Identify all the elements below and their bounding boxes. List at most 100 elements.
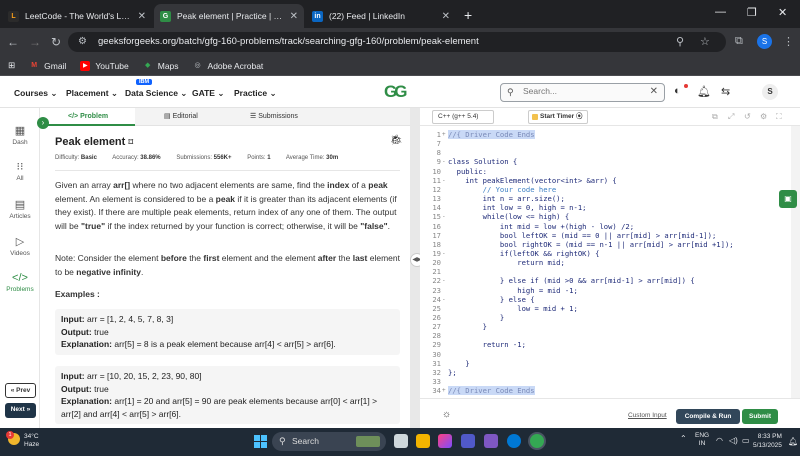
tray-chevron-icon[interactable]: ⌃ <box>680 434 687 443</box>
code-line[interactable]: 18 bool rightOK = (mid == n-1 || arr[mid… <box>420 240 790 249</box>
code-line[interactable]: 21 <box>420 267 790 276</box>
code-line[interactable]: 11- int peakElement(vector<int> &arr) { <box>420 176 790 185</box>
reload-icon[interactable]: ↻ <box>51 35 61 49</box>
volume-icon[interactable]: ◁) <box>729 436 738 445</box>
gfg-logo[interactable]: GG <box>384 82 416 101</box>
code-line[interactable]: 1 +//{ Driver Code Ends <box>420 130 790 140</box>
sidebar-item-videos[interactable]: ▷ Videos <box>0 235 40 257</box>
editor-scrollbar[interactable] <box>791 126 800 398</box>
file-explorer-icon[interactable] <box>416 434 430 448</box>
start-timer-button[interactable]: Start Timer ⦿ <box>528 110 588 124</box>
code-line[interactable]: 27 } <box>420 322 790 331</box>
prev-button[interactable]: « Prev <box>5 383 36 398</box>
search-input[interactable] <box>523 86 643 96</box>
code-line[interactable]: 14 int low = 0, high = n-1; <box>420 203 790 212</box>
menu-icon[interactable]: ⋮ <box>783 35 794 48</box>
code-line[interactable]: 13 int n = arr.size(); <box>420 194 790 203</box>
windows-start-icon[interactable] <box>254 435 267 448</box>
apps-icon[interactable]: ⊞ <box>8 60 15 71</box>
sidebar-item-dash[interactable]: ▦ Dash <box>0 124 40 146</box>
fold-icon[interactable]: - <box>442 176 446 185</box>
nav-practice[interactable]: Practice ⌄ <box>234 88 277 99</box>
chrome-icon[interactable] <box>530 434 544 448</box>
wifi-icon[interactable]: ◠ <box>716 436 723 445</box>
extensions-icon[interactable]: ⧉ <box>735 35 743 48</box>
collapse-sidebar-button[interactable]: › <box>37 117 49 129</box>
battery-icon[interactable]: ▭ <box>742 436 750 445</box>
teams-icon[interactable] <box>461 434 475 448</box>
profile-avatar[interactable]: S <box>757 34 772 49</box>
code-line[interactable]: 30 <box>420 350 790 359</box>
forward-icon[interactable]: → <box>29 35 41 49</box>
fold-icon[interactable]: - <box>442 249 446 258</box>
code-line[interactable]: 20 return mid; <box>420 258 790 267</box>
new-tab-button[interactable]: + <box>464 7 472 23</box>
url-field[interactable]: ⚙ geeksforgeeks.org/batch/gfg-160-proble… <box>68 32 726 52</box>
tab-leetcode[interactable]: L LeetCode - The World's Leadin ✕ <box>2 4 152 28</box>
panel-splitter[interactable]: ◀▶ <box>410 108 424 428</box>
code-line[interactable]: 16 int mid = low +(high - low) /2; <box>420 222 790 231</box>
code-line[interactable]: 17 bool leftOK = (mid == 0 || arr[mid] >… <box>420 231 790 240</box>
submit-button[interactable]: Submit <box>742 409 778 424</box>
fold-icon[interactable]: + <box>442 130 446 139</box>
user-avatar[interactable]: S <box>762 84 778 100</box>
bell-icon[interactable]: 🔔︎ <box>697 85 711 98</box>
copilot-icon[interactable] <box>438 434 452 448</box>
bookmark-youtube[interactable]: ▶ YouTube <box>80 60 129 71</box>
language-indicator[interactable]: ENG IN <box>695 432 709 448</box>
search-highlight-icon[interactable] <box>356 436 380 447</box>
search-box[interactable]: ⚲ ✕ <box>500 83 665 102</box>
settings-icon[interactable]: ⚙ <box>760 112 767 121</box>
code-line[interactable]: 12 // Your code here <box>420 185 790 194</box>
code-line[interactable]: 24- } else { <box>420 295 790 304</box>
code-line[interactable]: 7 <box>420 139 790 148</box>
minimize-icon[interactable]: — <box>715 6 726 18</box>
zoom-icon[interactable]: ⚲ <box>676 35 684 48</box>
bookmark-icon[interactable]: ⌑ <box>128 137 133 147</box>
code-line[interactable]: 23 high = mid -1; <box>420 286 790 295</box>
bookmark-gmail[interactable]: M Gmail <box>29 61 66 71</box>
fold-icon[interactable]: - <box>442 157 446 166</box>
code-line[interactable]: 32}; <box>420 368 790 377</box>
bookmark-maps[interactable]: ◆ Maps <box>143 61 179 71</box>
fullscreen-icon[interactable]: ⤢ <box>728 112 734 122</box>
nav-data-science[interactable]: Data Science ⌄ <box>125 88 187 99</box>
copy-icon[interactable]: ⧉ <box>712 112 718 122</box>
edge-icon[interactable] <box>507 434 521 448</box>
close-icon[interactable]: ✕ <box>290 11 298 22</box>
code-editor[interactable]: 1 +//{ Driver Code Ends 7 8 9- class Solution… <box>420 126 790 398</box>
custom-input-link[interactable]: Custom Input <box>628 412 667 419</box>
nav-placement[interactable]: Placement ⌄ <box>66 88 118 99</box>
close-icon[interactable]: ✕ <box>138 11 146 22</box>
compile-run-button[interactable]: Compile & Run <box>676 409 740 424</box>
nav-gate[interactable]: GATE ⌄ <box>192 88 224 99</box>
expand-icon[interactable]: ⛶ <box>776 112 782 122</box>
tab-problem[interactable]: </> Problem <box>40 108 135 126</box>
code-line[interactable]: 8 <box>420 148 790 157</box>
code-line[interactable]: 9- class Solution { <box>420 157 790 166</box>
nav-courses[interactable]: Courses ⌄ <box>14 88 58 99</box>
fold-icon[interactable]: + <box>442 386 446 395</box>
chat-icon[interactable]: ▣ <box>779 190 797 208</box>
translate-icon[interactable]: ⇆ <box>721 85 730 98</box>
language-select[interactable]: C++ (g++ 5.4) <box>432 110 494 124</box>
tab-linkedin[interactable]: in (22) Feed | LinkedIn ✕ <box>306 4 456 28</box>
bookmark-acrobat[interactable]: ◎ Adobe Acrobat <box>193 61 263 71</box>
app-icon[interactable] <box>484 434 498 448</box>
maximize-icon[interactable]: ❐ <box>747 6 757 19</box>
code-line[interactable]: 31 } <box>420 359 790 368</box>
code-line[interactable]: 34 +//{ Driver Code Ends <box>420 386 790 396</box>
sidebar-item-articles[interactable]: ▤ Articles <box>0 198 40 220</box>
code-line[interactable]: 29 return -1; <box>420 340 790 349</box>
notifications-icon[interactable]: 🔔︎ <box>788 437 798 446</box>
code-line[interactable]: 28 <box>420 331 790 340</box>
site-info-icon[interactable]: ⚙ <box>78 32 87 52</box>
code-line[interactable]: 33 <box>420 377 790 386</box>
clock[interactable]: 8:33 PM 5/13/2025 <box>753 432 782 450</box>
task-view-icon[interactable] <box>394 434 408 448</box>
code-line[interactable]: 19- if(leftOK && rightOK) { <box>420 249 790 258</box>
back-icon[interactable]: ← <box>7 35 19 49</box>
code-line[interactable]: 25 low = mid + 1; <box>420 304 790 313</box>
code-line[interactable]: 22- } else if (mid >0 && arr[mid-1] > ar… <box>420 276 790 285</box>
fold-icon[interactable]: - <box>442 276 446 285</box>
